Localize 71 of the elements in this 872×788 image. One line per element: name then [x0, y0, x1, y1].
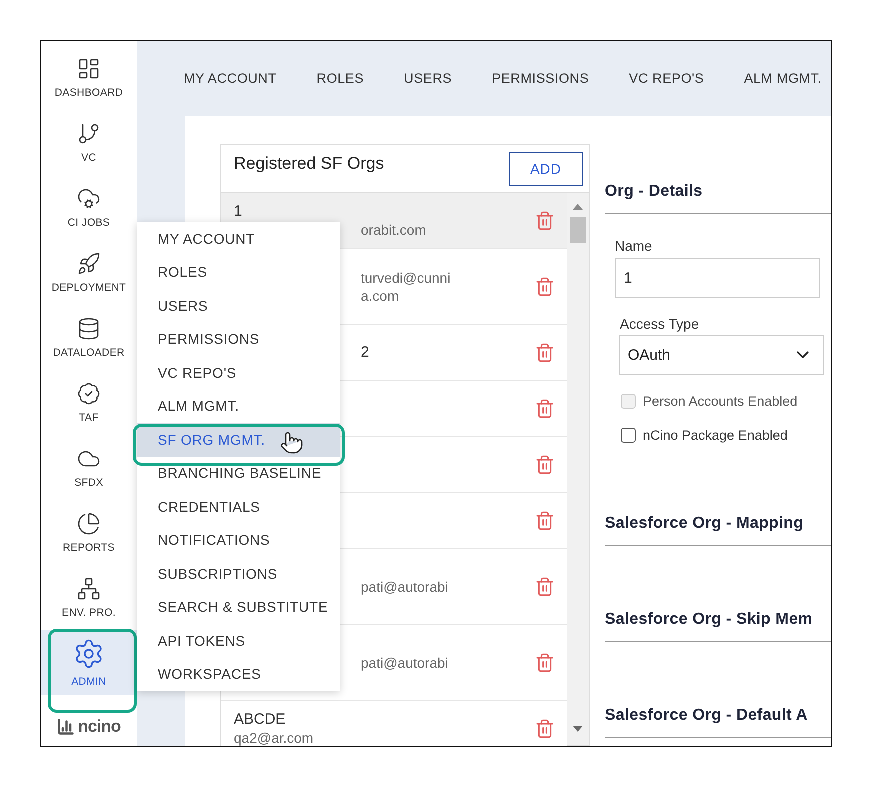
name-field[interactable]: 1 — [615, 258, 820, 298]
nav-tab[interactable]: VC REPO'S — [629, 71, 704, 86]
section-heading: Org - Details — [605, 183, 831, 214]
org-email: orabit.com — [360, 222, 426, 238]
trash-icon[interactable] — [535, 342, 555, 362]
menu-item[interactable]: WORKSPACES — [137, 658, 340, 691]
scrollbar[interactable] — [567, 193, 589, 745]
sidebar-item[interactable]: ENV. PRO. — [41, 565, 137, 630]
menu-item[interactable]: SUBSCRIPTIONS — [137, 557, 340, 590]
checkbox-label: nCino Package Enabled — [643, 428, 788, 443]
org-email: a.com — [360, 288, 400, 304]
sidebar-item[interactable]: DASHBOARD — [41, 45, 137, 110]
trash-icon[interactable] — [535, 576, 555, 596]
panel-title: Registered SF Orgs — [234, 154, 384, 174]
sidebar-item[interactable]: DATALOADER — [41, 305, 137, 370]
branch-icon — [77, 122, 101, 146]
database-icon — [77, 316, 101, 340]
rocket-icon — [77, 252, 101, 276]
nav-tab[interactable]: ALM MGMT. — [744, 71, 822, 86]
network-icon — [77, 576, 101, 600]
trash-icon[interactable] — [535, 652, 555, 672]
trash-icon[interactable] — [535, 398, 555, 418]
trash-icon[interactable] — [535, 718, 555, 738]
org-email: pati@autorabi — [360, 578, 448, 594]
menu-item[interactable]: USERS — [137, 289, 340, 322]
access-type-select[interactable]: OAuth — [619, 335, 824, 375]
menu-item[interactable]: ALM MGMT. — [137, 390, 340, 423]
nav-tab[interactable]: ROLES — [316, 71, 364, 86]
field-label: Access Type — [620, 316, 700, 332]
sidebar-item[interactable]: CI JOBS — [41, 175, 137, 240]
nav-tab[interactable]: PERMISSIONS — [492, 71, 590, 86]
sidebar-item[interactable]: ADMIN — [41, 630, 137, 695]
pie-chart-icon — [77, 512, 101, 536]
trash-icon[interactable] — [535, 510, 555, 530]
logo: ncino — [78, 717, 121, 737]
menu-item[interactable]: MY ACCOUNT — [137, 222, 340, 256]
bar-chart-icon — [57, 718, 76, 736]
settings-icon — [73, 638, 105, 670]
org-name: 1 — [233, 203, 244, 220]
checkbox-label: Person Accounts Enabled — [643, 394, 798, 409]
sidebar-item[interactable]: SFDX — [41, 435, 137, 500]
menu-item[interactable]: CREDENTIALS — [137, 490, 340, 524]
nav-tab[interactable]: USERS — [404, 71, 452, 86]
trash-icon[interactable] — [535, 210, 555, 230]
org-name: ABCDE — [233, 711, 287, 728]
org-email: turvedi@cunni — [360, 270, 451, 286]
trash-icon[interactable] — [535, 276, 555, 296]
dashboard-icon — [77, 56, 101, 80]
menu-item[interactable]: PERMISSIONS — [137, 322, 340, 356]
section-heading: Salesforce Org - Default A — [605, 707, 831, 738]
trash-icon[interactable] — [535, 454, 555, 474]
org-name: 2 — [360, 344, 370, 361]
sidebar-item[interactable]: TAF — [41, 370, 137, 435]
section-heading: Salesforce Org - Mapping — [605, 515, 831, 546]
field-label: Name — [615, 238, 654, 254]
org-email: qa2@ar.com — [233, 730, 314, 746]
menu-item[interactable]: API TOKENS — [137, 624, 340, 658]
sidebar-item[interactable]: DEPLOYMENT — [41, 240, 137, 305]
nav-tab[interactable]: MY ACCOUNT — [184, 71, 277, 86]
cloud-icon — [77, 186, 101, 210]
menu-item[interactable]: VC REPO'S — [137, 356, 340, 390]
badge-check-icon — [77, 382, 101, 406]
sidebar-item[interactable]: VC — [41, 110, 137, 175]
checkbox[interactable] — [621, 428, 636, 443]
menu-item[interactable]: SEARCH & SUBSTITUTE — [137, 590, 340, 624]
sidebar-item[interactable]: REPORTS — [41, 500, 137, 565]
org-email: pati@autorabi — [360, 654, 448, 670]
menu-item[interactable]: NOTIFICATIONS — [137, 524, 340, 557]
add-button[interactable]: ADD — [509, 152, 583, 186]
section-heading: Salesforce Org - Skip Mem — [605, 611, 831, 642]
menu-item[interactable]: ROLES — [137, 256, 340, 289]
